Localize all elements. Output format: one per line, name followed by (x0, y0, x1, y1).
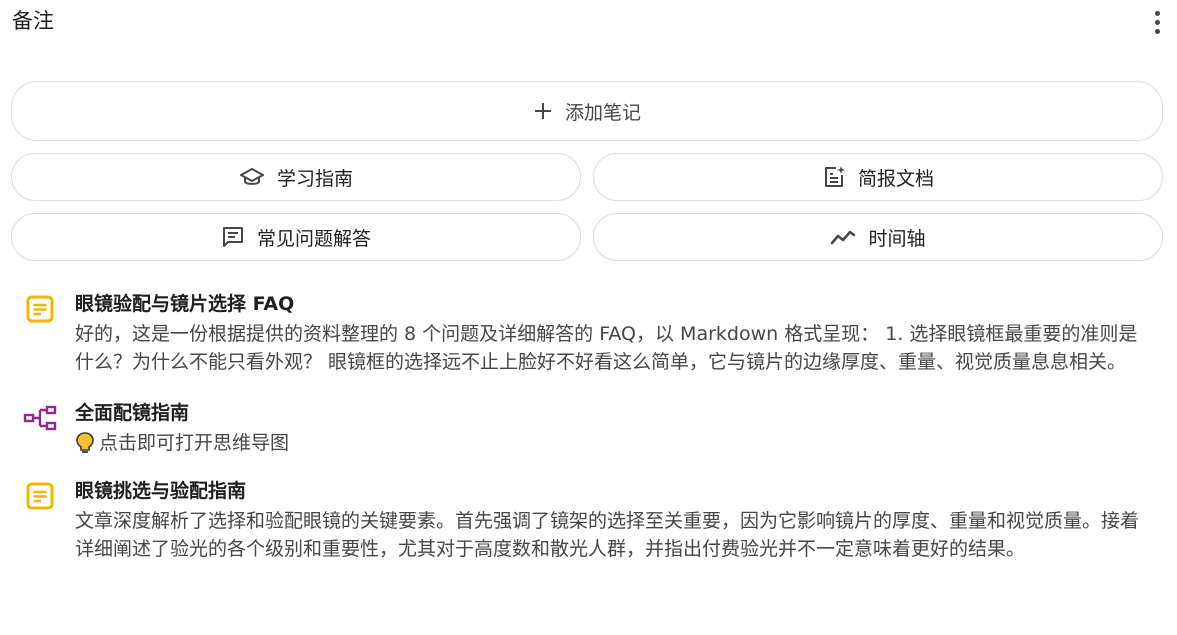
add-note-button[interactable]: 添加笔记 (11, 81, 1163, 141)
note-title: 全面配镜指南 (75, 402, 190, 424)
note-preview: 文章深度解析了选择和验配眼镜的关键要素。首先强调了镜架的选择至关重要，因为它影响… (75, 510, 1140, 560)
chat-lines-icon (222, 227, 243, 247)
note-item[interactable]: 眼镜验配与镜片选择 FAQ 好的，这是一份根据提供的资料整理的 8 个问题及详细… (22, 291, 1152, 381)
plus-icon (534, 103, 551, 119)
timeline-label: 时间轴 (868, 227, 926, 250)
panel-title: 备注 (12, 9, 54, 33)
doc-sparkle-icon (824, 166, 845, 187)
more-vert-icon (1154, 10, 1160, 16)
lightbulb-icon (76, 432, 94, 453)
briefing-doc-button[interactable]: 简报文档 (593, 153, 1163, 201)
notes-header: 备注 (0, 0, 1177, 44)
mind-map-hint-text: 点击即可打开思维导图 (99, 432, 290, 454)
mind-map-hint: 点击即可打开思维导图 (75, 430, 289, 456)
faq-button[interactable]: 常见问题解答 (11, 213, 581, 261)
more-vert-icon-dot (1154, 28, 1160, 34)
mind-map-icon (22, 400, 58, 436)
note-doc-icon (22, 478, 58, 514)
note-title: 眼镜挑选与验配指南 (75, 480, 247, 502)
briefing-doc-label: 简报文档 (857, 167, 934, 190)
trend-line-icon (831, 230, 856, 245)
more-vert-icon-dot (1154, 19, 1160, 25)
graduation-cap-icon (239, 168, 264, 185)
study-guide-button[interactable]: 学习指南 (11, 153, 581, 201)
add-note-label: 添加笔记 (564, 101, 641, 124)
faq-label: 常见问题解答 (256, 227, 371, 250)
study-guide-label: 学习指南 (276, 167, 353, 190)
note-item[interactable]: 眼镜挑选与验配指南 文章深度解析了选择和验配眼镜的关键要素。首先强调了镜架的选择… (22, 478, 1152, 568)
note-title: 眼镜验配与镜片选择 FAQ (75, 293, 295, 315)
mind-map-item[interactable]: 全面配镜指南 点击即可打开思维导图 (22, 400, 1152, 460)
note-doc-icon (22, 291, 58, 327)
note-preview: 好的，这是一份根据提供的资料整理的 8 个问题及详细解答的 FAQ，以 Mark… (75, 323, 1138, 373)
timeline-button[interactable]: 时间轴 (593, 213, 1163, 261)
more-options-button[interactable] (1143, 6, 1171, 38)
